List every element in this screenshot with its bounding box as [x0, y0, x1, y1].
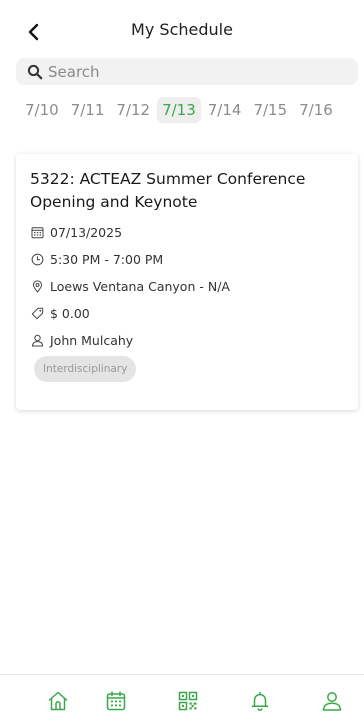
date-tab-7-12[interactable]: 7/12 [111, 97, 155, 123]
user-icon [322, 692, 342, 711]
session-time: 5:30 PM - 7:00 PM [50, 251, 164, 267]
back-button[interactable] [20, 16, 48, 48]
price-tag-icon [30, 306, 44, 320]
search-input[interactable] [48, 59, 348, 84]
date-tab-7-13[interactable]: 7/13 [157, 97, 201, 123]
calendar-icon [30, 225, 44, 239]
session-speaker: John Mulcahy [50, 332, 134, 348]
nav-agenda-button[interactable] [99, 685, 133, 717]
date-selector: 7/10 7/11 7/12 7/13 7/14 7/15 7/16 [20, 94, 364, 126]
date-tab-7-11[interactable]: 7/11 [66, 97, 110, 123]
date-tab-7-14[interactable]: 7/14 [203, 97, 247, 123]
session-date-row: 07/13/2025 [30, 222, 122, 242]
date-tab-7-10[interactable]: 7/10 [20, 97, 64, 123]
clock-icon [30, 252, 44, 266]
session-date: 07/13/2025 [50, 224, 123, 240]
search-bar[interactable] [16, 58, 358, 85]
chevron-left-icon [28, 23, 39, 41]
qr-code-icon [178, 691, 198, 711]
date-tab-7-16[interactable]: 7/16 [294, 97, 338, 123]
session-track-badge: Interdisciplinary [34, 356, 137, 382]
location-pin-icon [30, 279, 44, 293]
session-time-row: 5:30 PM - 7:00 PM [30, 249, 163, 269]
header: My Schedule [0, 12, 364, 52]
page-title: My Schedule [131, 20, 233, 39]
calendar-icon [106, 691, 126, 711]
person-icon [30, 333, 44, 347]
session-speaker-row: John Mulcahy [30, 330, 133, 350]
session-title: 5322: ACTEAZ Summer Conference Opening a… [30, 170, 306, 211]
bottom-nav [0, 674, 364, 726]
date-tab-7-15[interactable]: 7/15 [248, 97, 292, 123]
my-schedule-screen: My Schedule 7/10 7/11 7/12 7/13 7/14 7/1… [0, 0, 364, 726]
nav-qr-button[interactable] [171, 685, 205, 717]
nav-home-button[interactable] [41, 685, 75, 717]
search-icon [26, 63, 44, 81]
bell-icon [251, 691, 269, 711]
session-price: $ 0.00 [50, 305, 90, 321]
session-location-row: Loews Ventana Canyon - N/A [30, 276, 230, 296]
home-icon [48, 691, 68, 711]
session-location: Loews Ventana Canyon - N/A [50, 278, 230, 294]
nav-profile-button[interactable] [315, 685, 349, 717]
nav-notifications-button[interactable] [243, 685, 277, 717]
session-price-row: $ 0.00 [30, 303, 90, 323]
session-card[interactable]: 5322: ACTEAZ Summer Conference Opening a… [16, 154, 358, 410]
